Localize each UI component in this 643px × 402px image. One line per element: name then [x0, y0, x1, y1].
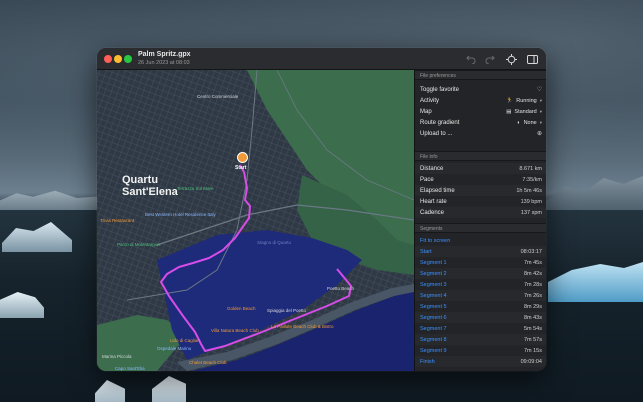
chevron-down-icon: ▾ — [539, 97, 542, 103]
file-info-row: Elapsed time 1h 5m 46s — [415, 185, 546, 196]
inspector-sidebar: File preferences Toggle favorite ♡ Activ… — [414, 70, 546, 371]
map-city-label: Quartu Sant'Elena — [122, 174, 178, 198]
upload-icon[interactable]: ⊕ — [537, 130, 542, 137]
segment-row[interactable]: Segment 9 7m 15s — [415, 345, 546, 356]
fit-to-screen-row[interactable]: Fit to screen — [415, 235, 546, 246]
minimize-window-button[interactable] — [114, 55, 122, 63]
file-info-header: File info — [415, 151, 546, 161]
map-poi-label: Villa Natura Beach Club — [211, 328, 259, 333]
map-poi-label: Capo Sant'Elia — [115, 366, 145, 371]
close-window-button[interactable] — [104, 55, 112, 63]
app-window: Palm Spritz.gpx 26 Jun 2023 at 08:03 Qua… — [97, 48, 546, 371]
chevron-down-icon: ▾ — [539, 108, 542, 114]
segment-row[interactable]: Segment 3 7m 28s — [415, 279, 546, 290]
activity-label: Activity — [420, 97, 440, 104]
map-poi-label: Stagno di Quartu — [257, 240, 292, 245]
gradient-icon: ◐ — [517, 119, 521, 126]
segment-row[interactable]: Finish 09:09:04 — [415, 356, 546, 367]
start-pin-label: Start — [235, 165, 247, 171]
map-poi-label: Lido di Cagliari — [170, 338, 200, 343]
redo-icon[interactable] — [483, 52, 497, 66]
zoom-window-button[interactable] — [124, 55, 132, 63]
segment-row[interactable]: Segment 8 7m 57s — [415, 334, 546, 345]
map-poi-label: Poetto Beach — [327, 286, 355, 291]
route-map[interactable]: Quartu Sant'Elena Centro Commerciale Bes… — [97, 70, 414, 371]
route-gradient-label: Route gradient — [420, 119, 460, 126]
route-gradient-select[interactable]: ◐ None ▾ — [517, 120, 542, 126]
document-title: Palm Spritz.gpx — [138, 51, 191, 58]
file-preferences-header: File preferences — [415, 70, 546, 80]
segments-header: Segments — [415, 223, 546, 233]
map-style-label: Map — [420, 108, 432, 115]
map-poi-label: Best Western Hotel Residence Italy — [145, 212, 216, 217]
title-bar: Palm Spritz.gpx 26 Jun 2023 at 08:03 — [97, 48, 546, 70]
undo-icon[interactable] — [464, 52, 478, 66]
segment-row[interactable]: Segment 7 5m 54s — [415, 323, 546, 334]
segment-row[interactable]: Segment 5 8m 29s — [415, 301, 546, 312]
map-poi-label: Marina Piccola — [102, 354, 132, 359]
map-poi-label: Chalet Beach Club — [189, 360, 227, 365]
toggle-favorite-row[interactable]: Toggle favorite ♡ — [415, 84, 546, 95]
upload-label: Upload to ... — [420, 130, 453, 137]
activity-select[interactable]: 🏃 Running ▾ — [506, 98, 542, 104]
file-info-row: Heart rate 139 bpm — [420, 198, 542, 205]
file-info-row: Pace 7:35/km — [420, 176, 542, 183]
chevron-down-icon: ▾ — [539, 119, 542, 125]
map-poi-label: Spiaggia del Poetto — [267, 308, 307, 313]
map-poi-label: Terrazza Sul Mare — [177, 186, 214, 191]
activity-row: Activity 🏃 Running ▾ — [415, 95, 546, 106]
toggle-favorite-label: Toggle favorite — [420, 86, 460, 93]
map-poi-label: Golden Beach — [227, 306, 256, 311]
map-poi-label: Centro Commerciale — [197, 94, 239, 99]
document-subtitle: 26 Jun 2023 at 08:03 — [138, 60, 190, 66]
running-icon: 🏃 — [506, 97, 514, 104]
crosshair-icon[interactable] — [504, 52, 518, 66]
file-info-row: Distance 8.671 km — [415, 163, 546, 174]
map-poi-label: Parco di Molentargius — [117, 242, 161, 247]
map-style-row: Map ▤ Standard ▾ — [415, 106, 546, 117]
segment-row[interactable]: Segment 2 8m 42s — [415, 268, 546, 279]
fit-to-screen-button[interactable]: Fit to screen — [420, 238, 450, 244]
map-style-select[interactable]: ▤ Standard ▾ — [506, 109, 542, 115]
file-info-row: Cadence 137 spm — [415, 207, 546, 218]
map-canvas — [97, 70, 414, 371]
map-poi-label: Trivia Restaurant — [100, 218, 135, 223]
start-pin-icon[interactable] — [237, 152, 248, 163]
segment-row[interactable]: Segment 6 8m 43s — [415, 312, 546, 323]
map-poi-label: Ospedale Marino — [157, 346, 192, 351]
segment-row[interactable]: Start 08:03:17 — [415, 246, 546, 257]
map-poi-label: La Paillote Beach Club & Bistro — [271, 324, 334, 329]
heart-icon[interactable]: ♡ — [537, 86, 542, 93]
route-gradient-row: Route gradient ◐ None ▾ — [415, 117, 546, 128]
segment-row[interactable]: Segment 1 7m 45s — [415, 257, 546, 268]
sidebar-toggle-icon[interactable] — [525, 52, 539, 66]
segment-row[interactable]: Segment 4 7m 26s — [415, 290, 546, 301]
map-icon: ▤ — [506, 108, 512, 115]
upload-row[interactable]: Upload to ... ⊕ — [415, 128, 546, 139]
